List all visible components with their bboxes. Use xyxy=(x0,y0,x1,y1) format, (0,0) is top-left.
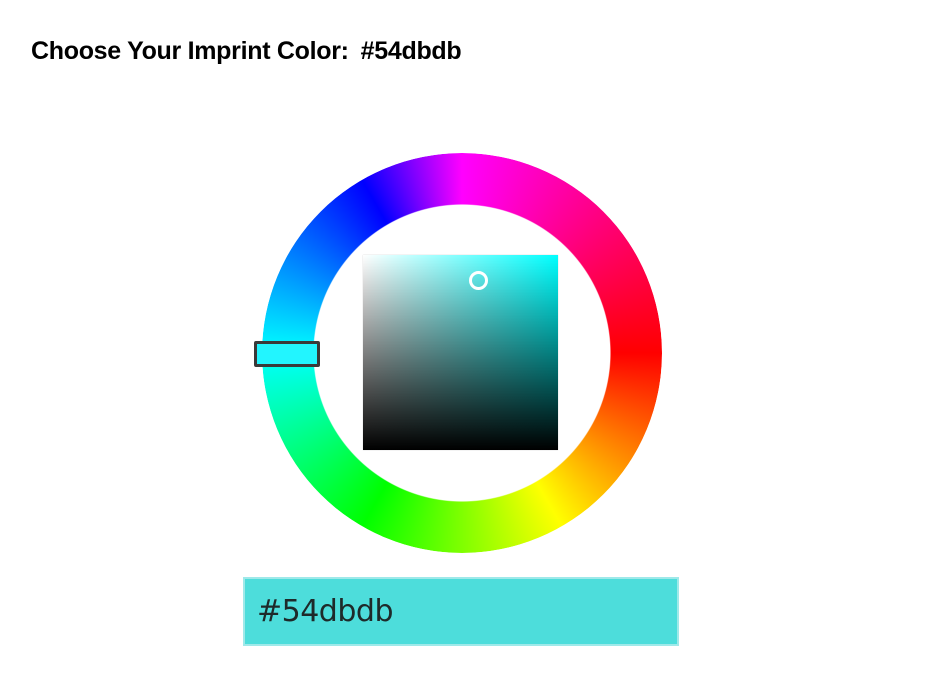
hex-color-input[interactable] xyxy=(243,577,679,646)
saturation-value-handle[interactable] xyxy=(469,271,488,290)
hue-handle[interactable] xyxy=(254,341,320,367)
saturation-value-square[interactable] xyxy=(363,255,558,450)
imprint-color-value: #54dbdb xyxy=(360,37,462,65)
imprint-color-heading: Choose Your Imprint Color: #54dbdb xyxy=(31,33,462,69)
color-wheel-picker[interactable] xyxy=(254,153,662,553)
imprint-color-label: Choose Your Imprint Color: xyxy=(31,37,349,65)
